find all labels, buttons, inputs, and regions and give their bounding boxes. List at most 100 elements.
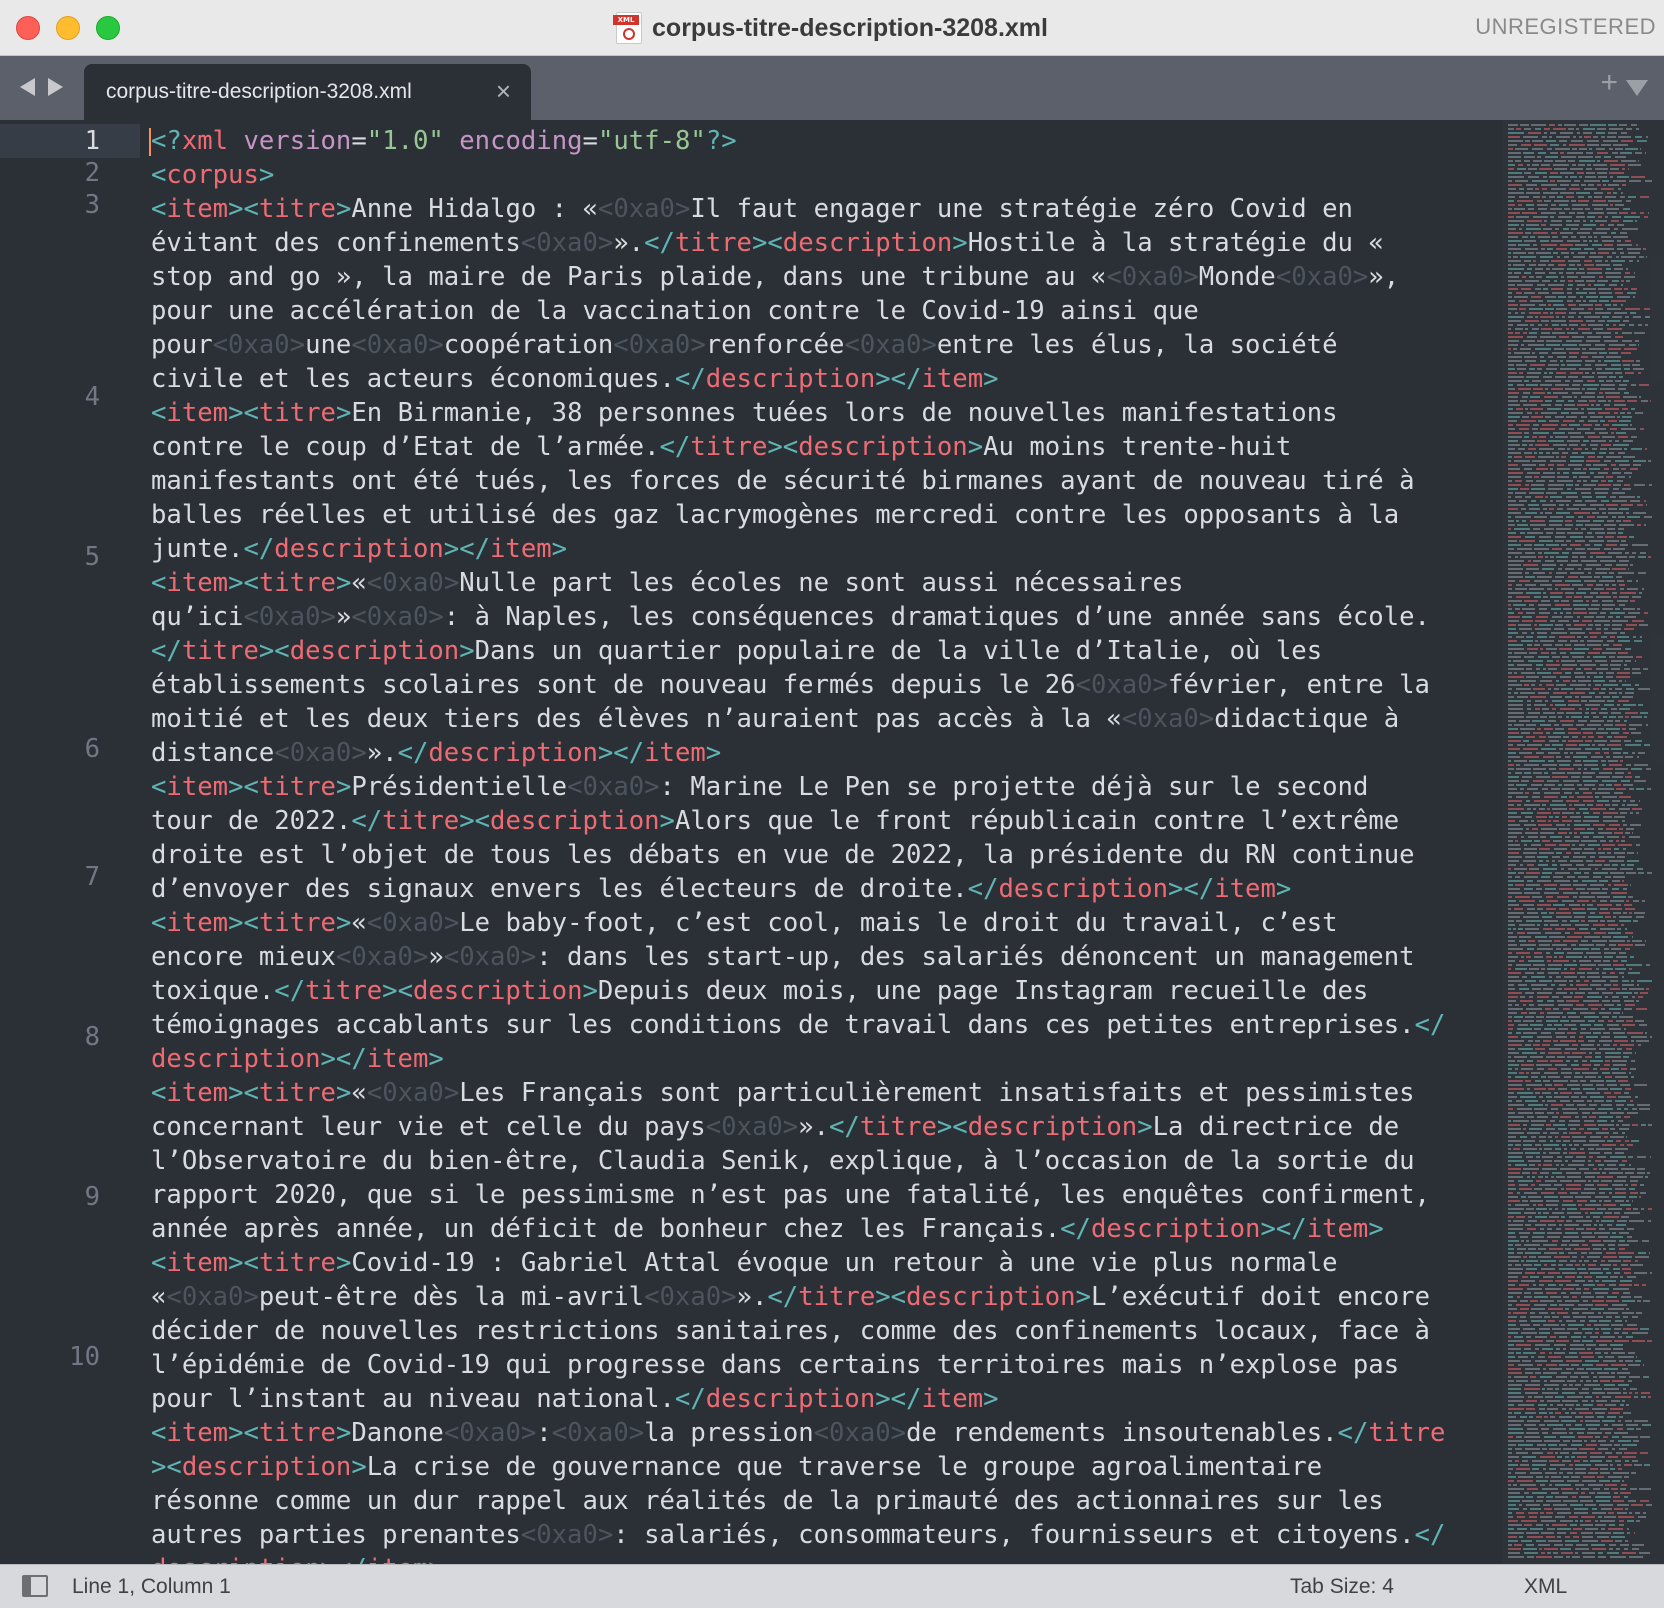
minimap-stroke (1542, 916, 1552, 918)
minimap-stroke (1560, 152, 1564, 154)
minimap-stroke (1621, 780, 1630, 782)
minimap-stroke (1572, 1452, 1587, 1454)
minimap-stroke (1593, 1488, 1600, 1490)
minimap-stroke (1622, 980, 1629, 982)
minimap-stroke (1542, 676, 1556, 678)
minimap-stroke (1508, 448, 1515, 450)
minimap-stroke (1560, 1092, 1572, 1094)
minimap-stroke (1625, 316, 1629, 318)
minimap-stroke (1562, 1208, 1565, 1210)
minimap-stroke (1574, 672, 1583, 674)
minimap-stroke (1560, 652, 1566, 654)
tab-corpus-file[interactable]: corpus-titre-description-3208.xml × (84, 64, 531, 120)
minimap-stroke (1574, 624, 1586, 626)
minimap-stroke (1553, 1008, 1559, 1010)
minimap-stroke (1613, 484, 1621, 486)
minimap-stroke (1544, 1148, 1552, 1150)
minimap-stroke (1508, 1336, 1511, 1338)
minimap-stroke (1633, 636, 1636, 638)
new-tab-plus-icon[interactable]: + (1600, 68, 1618, 98)
code-token: <0xa0> (551, 1418, 645, 1448)
minimap-stroke (1573, 448, 1582, 450)
minimap-stroke (1573, 504, 1586, 506)
minimap-stroke (1623, 208, 1630, 210)
minimap-stroke (1572, 384, 1580, 386)
minimap-stroke (1602, 576, 1613, 578)
minimap-stroke (1587, 1256, 1600, 1258)
minimap-stroke (1619, 508, 1629, 510)
minimap-stroke (1634, 484, 1645, 486)
code-text-area[interactable]: <?xml version="1.0" encoding="utf-8"?> <c… (151, 124, 1491, 1564)
minimap-stroke (1629, 344, 1636, 346)
minimap-stroke (1559, 984, 1566, 986)
minimap-stroke (1516, 408, 1523, 410)
minimap-stroke (1519, 540, 1535, 542)
minimap-stroke (1595, 1056, 1601, 1058)
minimap-stroke (1519, 372, 1523, 374)
minimap-stroke (1557, 472, 1560, 474)
minimap-stroke (1610, 612, 1625, 614)
minimap-stroke (1563, 948, 1571, 950)
minimap-stroke (1553, 1428, 1566, 1430)
minimap-stroke (1583, 1476, 1595, 1478)
minimap-stroke (1622, 228, 1638, 230)
minimap-stroke (1614, 884, 1628, 886)
minimap-stroke (1508, 1148, 1511, 1150)
minimap-stroke (1557, 480, 1573, 482)
minimap-stroke (1544, 528, 1554, 530)
minimap-stroke (1586, 340, 1600, 342)
minimap-stroke (1595, 168, 1608, 170)
minimap-stroke (1528, 1160, 1541, 1162)
minimap-stroke (1622, 1480, 1624, 1482)
minimap-stroke (1508, 1332, 1518, 1334)
minimap-stroke (1559, 1268, 1575, 1270)
tab-list-chevron-down-icon[interactable] (1626, 80, 1648, 96)
minimap-stroke (1546, 1340, 1554, 1342)
minimap-stroke (1617, 704, 1620, 706)
minimap-stroke (1590, 444, 1598, 446)
minimap-stroke (1632, 364, 1640, 366)
minimap-stroke (1523, 748, 1538, 750)
minimap-stroke (1539, 612, 1550, 614)
minimap-stroke (1579, 708, 1582, 710)
minimap-stroke (1565, 1160, 1568, 1162)
minimap[interactable] (1502, 120, 1664, 1564)
minimap-stroke (1543, 1368, 1546, 1370)
minimap-stroke (1516, 636, 1524, 638)
code-token: > (428, 1554, 443, 1564)
minimap-stroke (1559, 428, 1574, 430)
minimap-stroke (1508, 384, 1513, 386)
minimap-stroke (1508, 688, 1512, 690)
minimap-stroke (1548, 1088, 1555, 1090)
forward-arrow-icon[interactable] (48, 78, 63, 96)
minimap-stroke (1576, 216, 1585, 218)
minimap-stroke (1612, 1424, 1623, 1426)
minimap-stroke (1557, 1300, 1562, 1302)
minimap-stroke (1516, 1216, 1525, 1218)
minimap-stroke (1567, 288, 1572, 290)
syntax-selector[interactable]: XML (1524, 1575, 1567, 1599)
minimap-stroke (1610, 980, 1618, 982)
minimap-stroke (1541, 1520, 1556, 1522)
minimap-stroke (1610, 664, 1621, 666)
code-token: item (644, 738, 706, 768)
code-token: description (705, 1384, 876, 1414)
minimap-stroke (1569, 832, 1572, 834)
minimap-stroke (1531, 1184, 1535, 1186)
minimap-stroke (1603, 336, 1611, 338)
code-editor[interactable]: 1 2 3 4 5 6 7 8 9 10 <?xml version="1.0"… (0, 120, 1664, 1564)
panel-toggle-icon[interactable] (22, 1575, 48, 1597)
minimap-stroke (1598, 852, 1605, 854)
minimap-stroke (1535, 288, 1541, 290)
minimap-stroke (1609, 840, 1613, 842)
tab-close-icon[interactable]: × (496, 78, 511, 104)
tab-size-selector[interactable]: Tab Size: 4 (1290, 1575, 1394, 1599)
minimap-stroke (1508, 892, 1522, 894)
minimap-stroke (1595, 1532, 1611, 1534)
minimap-stroke (1524, 892, 1540, 894)
back-arrow-icon[interactable] (20, 78, 35, 96)
minimap-stroke (1590, 1336, 1598, 1338)
minimap-stroke (1613, 896, 1626, 898)
minimap-stroke (1568, 304, 1576, 306)
minimap-stroke (1548, 1052, 1562, 1054)
